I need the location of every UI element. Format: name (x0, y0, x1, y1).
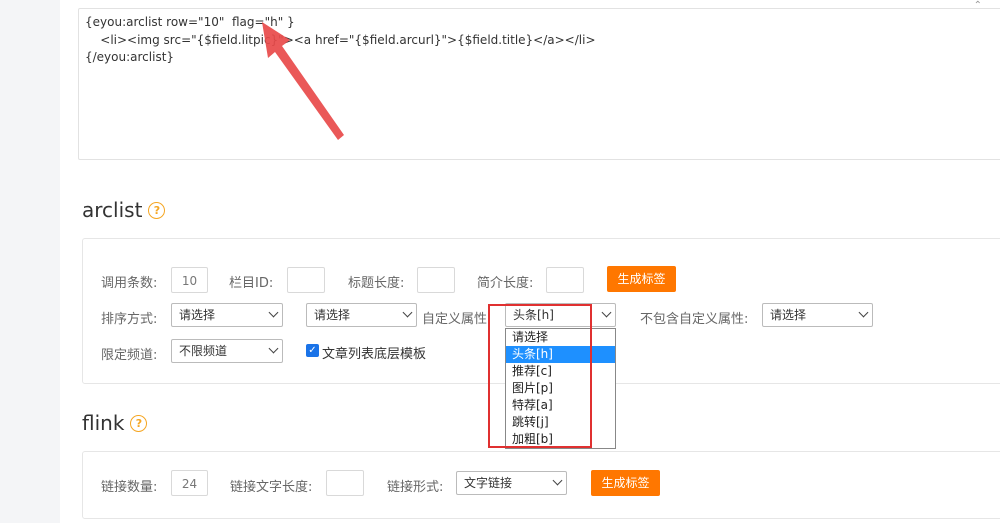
count-label: 调用条数: (101, 276, 158, 291)
exclude-attr-select-value: 请选择 (770, 308, 807, 322)
code-textarea[interactable]: {eyou:arclist row="10" flag="h" } <li><i… (78, 8, 1000, 160)
code-line-2: <li><img src="{$field.litpic}"><a href="… (85, 33, 596, 47)
chevron-down-icon (268, 343, 279, 354)
checkbox-icon[interactable]: ✓ (306, 344, 319, 357)
chevron-down-icon (601, 307, 612, 318)
link-form-label: 链接形式: (387, 480, 444, 495)
custom-attr-label: 自定义属性: (422, 312, 492, 327)
link-text-length-label: 链接文字长度: (230, 480, 313, 495)
title-length-input[interactable] (417, 267, 455, 293)
exclude-attr-label: 不包含自定义属性: (640, 312, 749, 327)
checkbox-label: 文章列表底层模板 (322, 347, 427, 362)
flink-title-text: flink (82, 411, 125, 435)
link-count-label: 链接数量: (101, 480, 158, 495)
code-line-3: {/eyou:arclist} (85, 50, 175, 64)
chevron-up-icon[interactable]: ⌃ (974, 0, 982, 11)
sort-select-1-value: 请选择 (179, 308, 216, 322)
count-input[interactable]: 10 (171, 267, 208, 293)
link-form-select-value: 文字链接 (464, 476, 513, 490)
highlight-box (488, 304, 592, 448)
link-text-length-input[interactable] (326, 470, 364, 496)
channel-select-value: 不限频道 (179, 344, 228, 358)
sort-select-2-value: 请选择 (314, 308, 351, 322)
chevron-down-icon (552, 475, 563, 486)
exclude-attr-select[interactable]: 请选择 (762, 303, 873, 327)
channel-label: 限定频道: (101, 348, 158, 363)
flink-section-title: flink ? (82, 411, 148, 435)
column-id-label: 栏目ID: (229, 276, 274, 291)
chevron-down-icon (268, 307, 279, 318)
intro-length-input[interactable] (546, 267, 584, 293)
arclist-generate-button[interactable]: 生成标签 (607, 266, 676, 292)
help-icon[interactable]: ? (148, 201, 166, 219)
link-count-input[interactable]: 24 (171, 470, 208, 496)
intro-length-label: 简介长度: (477, 276, 534, 291)
help-icon[interactable]: ? (130, 414, 148, 432)
link-form-select[interactable]: 文字链接 (456, 471, 567, 495)
sort-select-1[interactable]: 请选择 (171, 303, 283, 327)
channel-select[interactable]: 不限频道 (171, 339, 283, 363)
sort-select-2[interactable]: 请选择 (306, 303, 417, 327)
arclist-title-text: arclist (82, 198, 143, 222)
arclist-section-title: arclist ? (82, 198, 166, 222)
title-length-label: 标题长度: (348, 276, 405, 291)
chevron-down-icon (858, 307, 869, 318)
column-id-input[interactable] (287, 267, 325, 293)
sort-label: 排序方式: (101, 312, 158, 327)
chevron-down-icon (402, 307, 413, 318)
code-line-1: {eyou:arclist row="10" flag="h" } (85, 15, 295, 29)
flink-generate-button[interactable]: 生成标签 (591, 470, 660, 496)
